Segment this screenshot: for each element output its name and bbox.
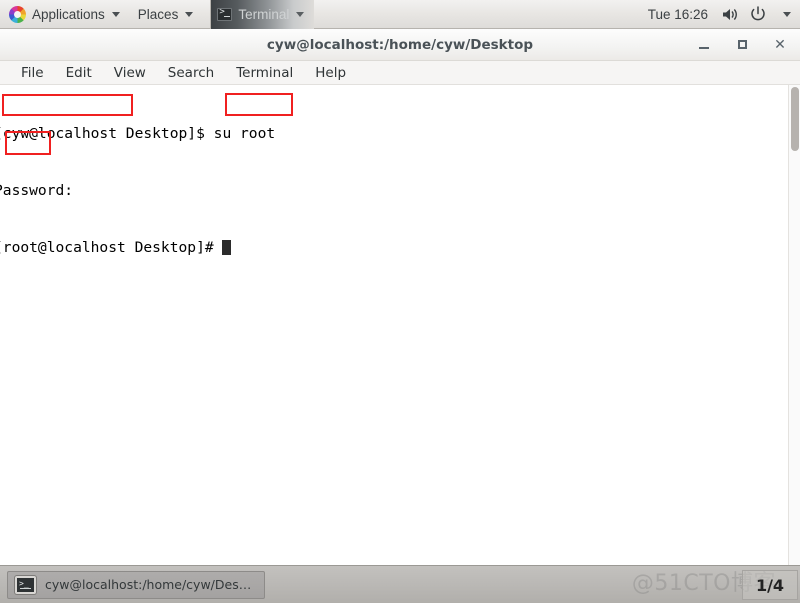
menu-help[interactable]: Help (304, 65, 357, 81)
panel-window-terminal-label: Terminal (238, 6, 290, 22)
terminal-line: [root@localhost Desktop]# (0, 238, 275, 257)
terminal-output-area[interactable]: [cyw@localhost Desktop]$ su root Passwor… (0, 85, 800, 565)
menu-file[interactable]: File (10, 65, 55, 81)
desktop-screen: Applications Places Terminal Tue 16:26 (0, 0, 800, 603)
terminal-cursor (222, 240, 232, 255)
terminal-line: [cyw@localhost Desktop]$ su root (0, 125, 276, 142)
maximize-icon (737, 40, 747, 49)
terminal-window: cyw@localhost:/home/cyw/Desktop ✕ File E… (0, 29, 800, 565)
maximize-button[interactable] (734, 37, 750, 53)
minimize-icon (699, 47, 709, 49)
chevron-down-icon (185, 11, 194, 17)
fedora-logo-icon (9, 5, 26, 23)
panel-window-terminal[interactable]: Terminal (211, 0, 315, 29)
terminal-prompt: [root@localhost Desktop]# (0, 239, 223, 256)
terminal-icon (217, 7, 233, 21)
power-button[interactable] (744, 0, 772, 29)
places-menu[interactable]: Places (129, 0, 203, 29)
window-titlebar[interactable]: cyw@localhost:/home/cyw/Desktop ✕ (0, 29, 800, 61)
terminal-line: Password: (0, 182, 74, 199)
menu-search[interactable]: Search (157, 65, 225, 81)
places-menu-label: Places (137, 6, 179, 22)
chevron-down-icon (296, 11, 305, 17)
power-icon (751, 6, 765, 21)
workspace-indicator: 1/4 (755, 575, 785, 595)
volume-icon (722, 8, 737, 20)
applications-menu-label: Applications (32, 6, 105, 22)
taskbar-window-label: cyw@localhost:/home/cyw/Deskt... (45, 577, 252, 592)
taskbar: cyw@localhost:/home/cyw/Deskt... @51CTO博… (0, 565, 800, 603)
volume-button[interactable] (716, 0, 744, 29)
workspace-switcher[interactable]: 1/4 (742, 570, 798, 600)
taskbar-window-button[interactable]: cyw@localhost:/home/cyw/Deskt... (7, 570, 265, 599)
menu-terminal[interactable]: Terminal (225, 65, 304, 81)
applications-menu[interactable]: Applications (0, 0, 129, 29)
clock[interactable]: Tue 16:26 (640, 7, 716, 22)
terminal-scrollbar[interactable] (788, 85, 800, 565)
close-icon: ✕ (774, 36, 786, 53)
scrollbar-thumb[interactable] (791, 87, 799, 151)
menu-view[interactable]: View (103, 65, 157, 81)
window-title: cyw@localhost:/home/cyw/Desktop (266, 36, 534, 53)
system-menu-button[interactable] (772, 0, 800, 29)
terminal-icon (15, 575, 36, 594)
terminal-text: [cyw@localhost Desktop]$ su root Passwor… (0, 86, 275, 295)
window-controls: ✕ (696, 37, 800, 53)
chevron-down-icon (782, 11, 791, 17)
chevron-down-icon (111, 11, 120, 17)
menu-edit[interactable]: Edit (55, 65, 103, 81)
top-panel: Applications Places Terminal Tue 16:26 (0, 0, 800, 29)
panel-window-list: Terminal (210, 0, 315, 29)
minimize-button[interactable] (696, 37, 712, 53)
close-button[interactable]: ✕ (772, 37, 788, 53)
menubar: File Edit View Search Terminal Help (0, 61, 800, 85)
